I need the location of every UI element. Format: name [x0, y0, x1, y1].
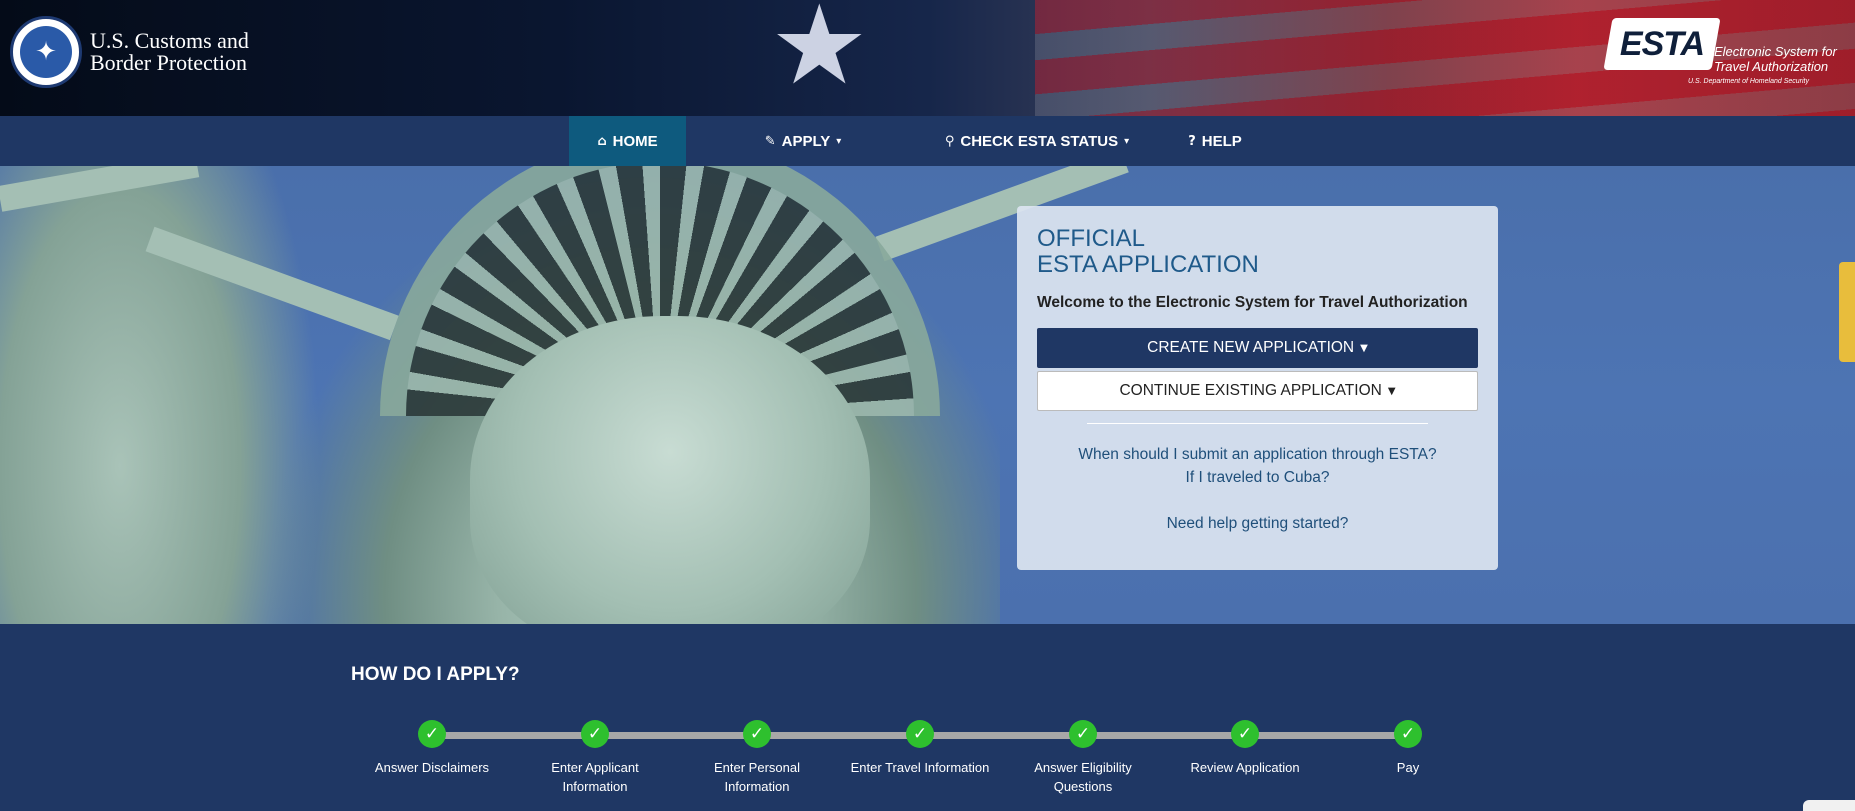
step-label: Review Application	[1165, 758, 1325, 777]
esta-logo-dept: U.S. Department of Homeland Security	[1688, 78, 1809, 85]
panel-divider	[1087, 423, 1428, 424]
flag-star-icon: ★	[770, 0, 869, 109]
continue-existing-application-label: CONTINUE EXISTING APPLICATION	[1119, 382, 1382, 399]
esta-logo-box: ESTA	[1603, 18, 1721, 70]
check-icon: ✓	[906, 720, 934, 748]
side-help-tab[interactable]	[1839, 262, 1855, 362]
welcome-text: Welcome to the Electronic System for Tra…	[1037, 294, 1468, 311]
agency-name-line2: Border Protection	[90, 50, 248, 75]
step-enter-travel-information: ✓ Enter Travel Information	[840, 720, 1000, 777]
esta-logo-subtitle-line2: Travel Authorization	[1714, 59, 1829, 74]
hero-section: OFFICIAL ESTA APPLICATION Welcome to the…	[0, 166, 1855, 624]
nav-help[interactable]: ? HELP	[1180, 116, 1250, 166]
step-pay: ✓ Pay	[1328, 720, 1488, 777]
panel-title-line2: ESTA APPLICATION	[1037, 251, 1259, 278]
esta-logo[interactable]: ESTA Electronic System for Travel Author…	[1603, 18, 1848, 90]
statue-of-liberty-image	[0, 166, 1129, 624]
home-icon: ⌂	[597, 133, 607, 149]
step-label-line1: Answer Disclaimers	[374, 760, 490, 775]
check-icon: ✓	[581, 720, 609, 748]
check-icon: ✓	[1069, 720, 1097, 748]
check-icon: ✓	[743, 720, 771, 748]
create-new-application-label: CREATE NEW APPLICATION	[1147, 339, 1355, 356]
statue-face	[470, 316, 870, 624]
pencil-icon: ✎	[764, 133, 776, 149]
caret-down-icon: ▾	[1124, 135, 1130, 147]
step-label-line2: Information	[562, 779, 628, 794]
step-label: Enter Travel Information	[840, 758, 1000, 777]
step-label-line1: Pay	[1396, 760, 1420, 775]
site-header: ★ ✦ U.S. Customs and Border Protection E…	[0, 0, 1855, 116]
step-enter-applicant-information: ✓ Enter Applicant Information	[515, 720, 675, 796]
nav-home[interactable]: ⌂ HOME	[569, 116, 686, 166]
caret-down-icon: ▾	[836, 135, 842, 147]
step-label: Answer Disclaimers	[352, 758, 512, 777]
dhs-seal-logo[interactable]: ✦	[10, 16, 82, 88]
nav-check-status[interactable]: ⚲ CHECK ESTA STATUS ▾	[942, 116, 1132, 166]
step-answer-eligibility-questions: ✓ Answer Eligibility Questions	[1003, 720, 1163, 796]
agency-name-line1: U.S. Customs and	[90, 28, 249, 53]
esta-logo-subtitle: Electronic System for Travel Authorizati…	[1714, 44, 1837, 74]
panel-title: OFFICIAL ESTA APPLICATION	[1037, 226, 1259, 278]
esta-logo-text: ESTA	[1619, 24, 1705, 63]
recaptcha-badge[interactable]	[1803, 800, 1855, 811]
crown-ray	[145, 226, 399, 341]
how-do-i-apply-title: HOW DO I APPLY?	[351, 664, 520, 685]
step-label: Pay	[1328, 758, 1488, 777]
nav-check-status-label: CHECK ESTA STATUS	[960, 132, 1119, 150]
link-need-help[interactable]: Need help getting started?	[1017, 515, 1498, 533]
step-label-line1: Answer Eligibility	[1034, 760, 1132, 775]
step-label-line2: Questions	[1053, 779, 1113, 794]
step-label-line1: Review Application	[1190, 760, 1300, 775]
step-label-line2: Information	[724, 779, 790, 794]
check-icon: ✓	[418, 720, 446, 748]
esta-application-panel: OFFICIAL ESTA APPLICATION Welcome to the…	[1017, 206, 1498, 570]
main-nav: ⌂ HOME ✎ APPLY ▾ ⚲ CHECK ESTA STATUS ▾ ?…	[0, 116, 1855, 166]
caret-down-icon: ▼	[1360, 342, 1368, 354]
how-do-i-apply-section: HOW DO I APPLY? ✓ Answer Disclaimers ✓ E…	[0, 624, 1855, 811]
step-enter-personal-information: ✓ Enter Personal Information	[677, 720, 837, 796]
question-circle-icon: ?	[1188, 133, 1196, 149]
step-label: Answer Eligibility Questions	[1003, 758, 1163, 796]
continue-existing-application-button[interactable]: CONTINUE EXISTING APPLICATION ▼	[1037, 371, 1478, 411]
esta-logo-subtitle-line1: Electronic System for	[1714, 44, 1837, 59]
eagle-icon: ✦	[20, 26, 72, 78]
step-label-line1: Enter Travel Information	[850, 760, 990, 775]
step-label-line1: Enter Personal	[714, 760, 800, 775]
nav-apply[interactable]: ✎ APPLY ▾	[748, 116, 858, 166]
nav-help-label: HELP	[1201, 132, 1242, 150]
search-icon: ⚲	[944, 133, 955, 149]
nav-home-label: HOME	[612, 132, 658, 150]
nav-apply-label: APPLY	[781, 132, 831, 150]
panel-title-line1: OFFICIAL	[1037, 225, 1146, 252]
step-label-line1: Enter Applicant	[551, 760, 639, 775]
check-icon: ✓	[1231, 720, 1259, 748]
step-review-application: ✓ Review Application	[1165, 720, 1325, 777]
crown-ray	[0, 166, 200, 212]
link-traveled-to-cuba[interactable]: If I traveled to Cuba?	[1017, 469, 1498, 487]
caret-down-icon: ▼	[1387, 385, 1396, 397]
step-answer-disclaimers: ✓ Answer Disclaimers	[352, 720, 512, 777]
step-label: Enter Personal Information	[677, 758, 837, 796]
link-when-to-submit[interactable]: When should I submit an application thro…	[1017, 446, 1498, 464]
create-new-application-button[interactable]: CREATE NEW APPLICATION ▼	[1037, 328, 1478, 368]
agency-name[interactable]: U.S. Customs and Border Protection	[90, 30, 249, 74]
step-label: Enter Applicant Information	[515, 758, 675, 796]
check-icon: ✓	[1394, 720, 1422, 748]
